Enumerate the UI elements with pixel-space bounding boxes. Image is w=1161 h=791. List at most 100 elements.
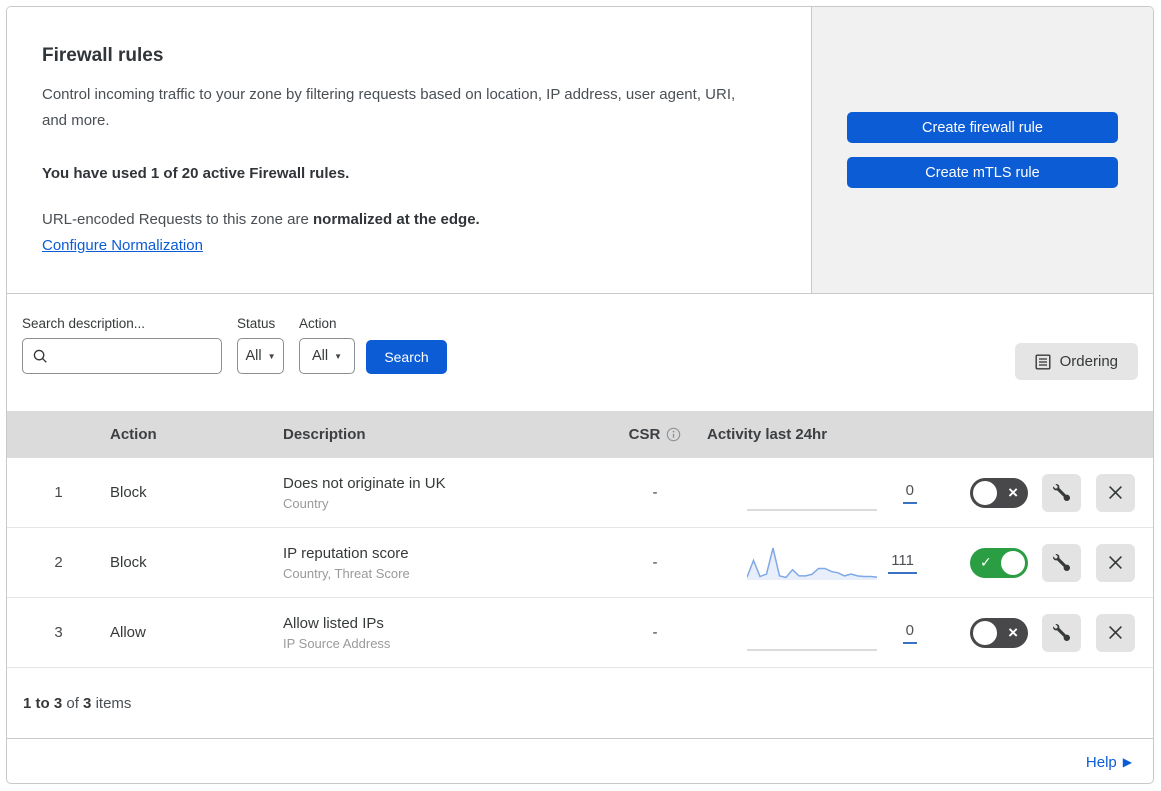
activity-count-link[interactable]: 111 bbox=[888, 552, 917, 574]
action-dropdown[interactable]: All ▼ bbox=[299, 338, 355, 374]
delete-rule-button[interactable] bbox=[1096, 613, 1135, 652]
rule-priority: 3 bbox=[54, 624, 63, 641]
create-firewall-rule-button[interactable]: Create firewall rule bbox=[847, 112, 1118, 143]
create-mtls-rule-button[interactable]: Create mTLS rule bbox=[847, 157, 1118, 188]
toggle-knob bbox=[1001, 550, 1025, 575]
header-text-block: Firewall rules Control incoming traffic … bbox=[7, 7, 811, 293]
rule-description: IP reputation score bbox=[283, 544, 409, 562]
rule-enabled-toggle[interactable]: ✓ × bbox=[970, 547, 1028, 578]
help-bar: Help ▶ bbox=[7, 739, 1153, 783]
cross-icon: × bbox=[1008, 622, 1018, 642]
rule-enabled-toggle[interactable]: ✓ × bbox=[970, 617, 1028, 648]
summary-of: of bbox=[66, 695, 79, 712]
rule-csr-value: - bbox=[652, 624, 658, 641]
info-icon[interactable] bbox=[666, 427, 681, 442]
search-input[interactable] bbox=[54, 348, 221, 364]
search-field-group: Search description... bbox=[22, 316, 222, 374]
activity-column-header: Activity last 24hr bbox=[707, 426, 828, 443]
rule-priority: 1 bbox=[54, 484, 63, 501]
rule-action: Allow bbox=[110, 624, 146, 641]
cross-icon: × bbox=[1008, 482, 1018, 502]
status-label: Status bbox=[237, 316, 276, 331]
activity-count-link[interactable]: 0 bbox=[902, 482, 917, 504]
status-dropdown[interactable]: All ▼ bbox=[237, 338, 284, 374]
description-column-header: Description bbox=[283, 426, 366, 443]
rule-description-cell: Allow listed IPs IP Source Address bbox=[283, 615, 603, 651]
rule-controls: ✓ × bbox=[957, 613, 1153, 652]
filter-bar: Search description... Status All ▼ Actio… bbox=[7, 294, 1153, 411]
table-row: 1 Block Does not originate in UK Country… bbox=[7, 458, 1153, 528]
status-value: All bbox=[245, 348, 262, 364]
search-button[interactable]: Search bbox=[366, 340, 447, 374]
csr-label: CSR bbox=[628, 426, 661, 443]
arrow-right-icon: ▶ bbox=[1122, 755, 1132, 769]
rule-activity-cell: 111 bbox=[707, 544, 957, 582]
rule-criteria: Country bbox=[283, 495, 329, 511]
close-icon bbox=[1109, 486, 1122, 499]
usage-note: You have used 1 of 20 active Firewall ru… bbox=[42, 165, 350, 182]
normalization-note: URL-encoded Requests to this zone are no… bbox=[42, 211, 781, 228]
normalization-prefix: URL-encoded Requests to this zone are bbox=[42, 211, 313, 228]
ordering-list-icon bbox=[1035, 354, 1051, 370]
edit-rule-button[interactable] bbox=[1042, 543, 1081, 582]
rule-description-cell: IP reputation score Country, Threat Scor… bbox=[283, 545, 603, 581]
activity-count-link[interactable]: 0 bbox=[902, 622, 917, 644]
table-row: 3 Allow Allow listed IPs IP Source Addre… bbox=[7, 598, 1153, 668]
rule-enabled-toggle[interactable]: ✓ × bbox=[970, 477, 1028, 508]
table-row: 2 Block IP reputation score Country, Thr… bbox=[7, 528, 1153, 598]
table-summary: 1 to 3 of 3 items bbox=[7, 668, 1153, 739]
status-filter-group: Status All ▼ bbox=[237, 316, 284, 374]
summary-total: 3 bbox=[83, 695, 92, 712]
close-icon bbox=[1109, 626, 1122, 639]
edit-rule-button[interactable] bbox=[1042, 613, 1081, 652]
rule-description-cell: Does not originate in UK Country bbox=[283, 475, 603, 511]
wrench-icon bbox=[1053, 554, 1070, 571]
rule-action: Block bbox=[110, 554, 147, 571]
search-label: Search description... bbox=[22, 316, 146, 331]
action-column-header: Action bbox=[110, 426, 157, 443]
help-link[interactable]: Help ▶ bbox=[1086, 754, 1132, 771]
toggle-knob bbox=[973, 480, 997, 505]
page-description: Control incoming traffic to your zone by… bbox=[42, 86, 736, 129]
wrench-icon bbox=[1053, 624, 1070, 641]
action-filter-group: Action All ▼ bbox=[299, 316, 355, 374]
summary-range: 1 to 3 bbox=[23, 695, 63, 712]
csr-column-header: CSR bbox=[603, 426, 707, 443]
configure-normalization-link[interactable]: Configure Normalization bbox=[42, 237, 203, 254]
delete-rule-button[interactable] bbox=[1096, 543, 1135, 582]
page-title: Firewall rules bbox=[42, 45, 164, 66]
firewall-rules-card: Firewall rules Control incoming traffic … bbox=[6, 6, 1154, 784]
header-section: Firewall rules Control incoming traffic … bbox=[7, 7, 1153, 294]
activity-sparkline bbox=[747, 474, 877, 512]
action-label: Action bbox=[299, 316, 337, 331]
ordering-label: Ordering bbox=[1059, 353, 1118, 370]
table-header: Action Description CSR Activity last 24h… bbox=[7, 411, 1153, 458]
search-icon bbox=[33, 349, 47, 363]
help-label: Help bbox=[1085, 753, 1117, 771]
action-value: All bbox=[311, 348, 329, 364]
rule-csr-value: - bbox=[652, 484, 658, 501]
ordering-button[interactable]: Ordering bbox=[1014, 343, 1138, 380]
activity-sparkline bbox=[746, 544, 878, 582]
rule-description: Allow listed IPs bbox=[283, 614, 384, 632]
edit-rule-button[interactable] bbox=[1042, 473, 1081, 512]
delete-rule-button[interactable] bbox=[1096, 473, 1135, 512]
rule-description: Does not originate in UK bbox=[283, 474, 446, 492]
rule-activity-cell: 0 bbox=[707, 614, 957, 652]
wrench-icon bbox=[1053, 484, 1070, 501]
normalization-bold: normalized at the edge. bbox=[313, 211, 480, 228]
toggle-knob bbox=[973, 620, 997, 645]
actions-panel: Create firewall rule Create mTLS rule bbox=[811, 7, 1153, 293]
rule-controls: ✓ × bbox=[957, 473, 1153, 512]
search-input-box[interactable] bbox=[22, 338, 222, 374]
rule-criteria: IP Source Address bbox=[283, 635, 391, 651]
rule-csr-value: - bbox=[652, 554, 658, 571]
summary-items: items bbox=[95, 695, 132, 712]
rule-action: Block bbox=[110, 484, 147, 501]
check-icon: ✓ bbox=[980, 553, 992, 570]
chevron-down-icon: ▼ bbox=[267, 351, 276, 361]
rule-activity-cell: 0 bbox=[707, 474, 957, 512]
rule-priority: 2 bbox=[54, 554, 63, 571]
activity-sparkline bbox=[747, 614, 877, 652]
rule-criteria: Country, Threat Score bbox=[283, 565, 410, 581]
